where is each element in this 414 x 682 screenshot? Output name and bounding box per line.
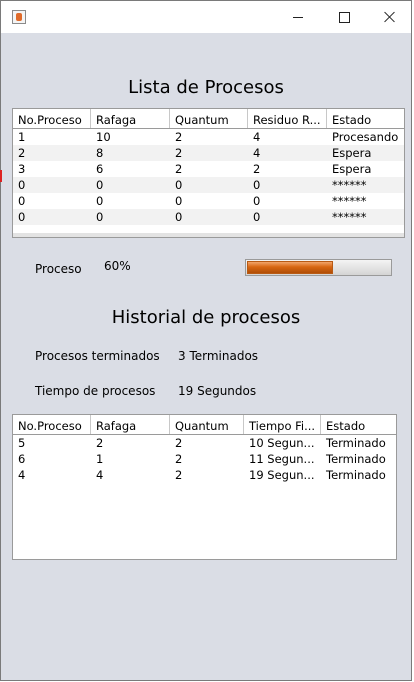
column-header-no-proceso[interactable]: No.Proceso bbox=[13, 109, 91, 128]
cell-rafaga: 2 bbox=[96, 436, 104, 450]
cell-quantum: 2 bbox=[175, 468, 183, 482]
cell-rafaga: 6 bbox=[96, 162, 104, 176]
cell-rafaga: 10 bbox=[96, 130, 111, 144]
cell-residuo: 0 bbox=[253, 178, 261, 192]
table-row[interactable]: 0 0 0 0 ****** bbox=[13, 193, 404, 209]
cell-no-proceso: 2 bbox=[18, 146, 26, 160]
table-row[interactable]: 1 10 2 4 Procesando bbox=[13, 129, 404, 145]
maximize-icon bbox=[338, 11, 350, 23]
cell-no-proceso: 0 bbox=[18, 178, 26, 192]
cell-quantum: 2 bbox=[175, 130, 183, 144]
cell-estado: ****** bbox=[332, 178, 367, 192]
finished-value: 3 Terminados bbox=[178, 349, 259, 363]
time-value: 19 Segundos bbox=[178, 384, 257, 398]
cell-estado: Terminado bbox=[326, 468, 386, 482]
cell-no-proceso: 4 bbox=[18, 468, 26, 482]
cell-rafaga: 0 bbox=[96, 210, 104, 224]
cell-rafaga: 1 bbox=[96, 452, 104, 466]
cell-no-proceso: 6 bbox=[18, 452, 26, 466]
column-header-tiempo-final[interactable]: Tiempo Fi... bbox=[244, 415, 321, 434]
process-list-title: Lista de Procesos bbox=[128, 77, 284, 98]
progress-fill bbox=[247, 261, 333, 274]
cell-no-proceso: 0 bbox=[18, 194, 26, 208]
column-header-estado[interactable]: Estado bbox=[321, 415, 396, 434]
column-header-rafaga[interactable]: Rafaga bbox=[91, 415, 170, 434]
table-row[interactable]: 6 1 2 11 Segun... Terminado bbox=[13, 451, 396, 467]
cell-quantum: 2 bbox=[175, 436, 183, 450]
cell-quantum: 2 bbox=[175, 146, 183, 160]
cell-estado: Terminado bbox=[326, 452, 386, 466]
history-title: Historial de procesos bbox=[111, 307, 301, 328]
progress-bar bbox=[245, 259, 392, 276]
cell-quantum: 0 bbox=[175, 210, 183, 224]
history-table[interactable]: No.Proceso Rafaga Quantum Tiempo Fi... E… bbox=[12, 414, 397, 560]
cell-rafaga: 4 bbox=[96, 468, 104, 482]
table-row[interactable]: 0 0 0 0 ****** bbox=[13, 177, 404, 193]
cell-residuo: 2 bbox=[253, 162, 261, 176]
cell-tiempo-final: 19 Segun... bbox=[249, 468, 315, 482]
cell-quantum: 0 bbox=[175, 178, 183, 192]
title-bar[interactable] bbox=[1, 1, 411, 33]
cell-no-proceso: 3 bbox=[18, 162, 26, 176]
cell-residuo: 0 bbox=[253, 194, 261, 208]
minimize-button[interactable] bbox=[275, 1, 321, 33]
close-button[interactable] bbox=[367, 1, 413, 33]
cell-estado: Procesando bbox=[332, 130, 399, 144]
process-table-header: No.Proceso Rafaga Quantum Residuo R... E… bbox=[13, 109, 404, 129]
cell-quantum: 2 bbox=[175, 162, 183, 176]
cell-rafaga: 0 bbox=[96, 194, 104, 208]
cell-residuo: 4 bbox=[253, 130, 261, 144]
cell-tiempo-final: 11 Segun... bbox=[249, 452, 315, 466]
finished-label: Procesos terminados bbox=[35, 349, 160, 363]
table-row[interactable]: 0 0 0 0 ****** bbox=[13, 209, 404, 225]
table-row[interactable]: 2 8 2 4 Espera bbox=[13, 145, 404, 161]
table-row[interactable]: 3 6 2 2 Espera bbox=[13, 161, 404, 177]
minimize-icon bbox=[293, 16, 303, 18]
progress-label: Proceso bbox=[35, 262, 82, 276]
table-row[interactable]: 4 4 2 19 Segun... Terminado bbox=[13, 467, 396, 483]
cell-quantum: 0 bbox=[175, 194, 183, 208]
cell-estado: ****** bbox=[332, 210, 367, 224]
cell-tiempo-final: 10 Segun... bbox=[249, 436, 315, 450]
progress-percent: 60% bbox=[104, 259, 131, 273]
cell-quantum: 2 bbox=[175, 452, 183, 466]
close-icon bbox=[384, 11, 396, 23]
column-header-estado[interactable]: Estado bbox=[327, 109, 404, 128]
column-header-residuo[interactable]: Residuo R... bbox=[248, 109, 327, 128]
table-row[interactable]: 5 2 2 10 Segun... Terminado bbox=[13, 435, 396, 451]
column-header-rafaga[interactable]: Rafaga bbox=[91, 109, 170, 128]
cell-estado: ****** bbox=[332, 194, 367, 208]
column-header-quantum[interactable]: Quantum bbox=[170, 109, 248, 128]
app-window: Lista de Procesos No.Proceso Rafaga Quan… bbox=[0, 0, 412, 681]
cell-estado: Espera bbox=[332, 162, 372, 176]
column-header-no-proceso[interactable]: No.Proceso bbox=[13, 415, 91, 434]
cell-estado: Espera bbox=[332, 146, 372, 160]
cell-residuo: 0 bbox=[253, 210, 261, 224]
cell-no-proceso: 1 bbox=[18, 130, 26, 144]
cell-rafaga: 0 bbox=[96, 178, 104, 192]
process-table[interactable]: No.Proceso Rafaga Quantum Residuo R... E… bbox=[12, 108, 405, 238]
history-table-header: No.Proceso Rafaga Quantum Tiempo Fi... E… bbox=[13, 415, 396, 435]
cell-residuo: 4 bbox=[253, 146, 261, 160]
cell-no-proceso: 5 bbox=[18, 436, 26, 450]
maximize-button[interactable] bbox=[321, 1, 367, 33]
column-header-quantum[interactable]: Quantum bbox=[170, 415, 244, 434]
java-app-icon[interactable] bbox=[12, 10, 26, 24]
cell-rafaga: 8 bbox=[96, 146, 104, 160]
window-edge-marker bbox=[0, 170, 2, 182]
time-label: Tiempo de procesos bbox=[35, 384, 156, 398]
cell-no-proceso: 0 bbox=[18, 210, 26, 224]
cell-estado: Terminado bbox=[326, 436, 386, 450]
horizontal-scrollbar[interactable] bbox=[13, 233, 404, 237]
